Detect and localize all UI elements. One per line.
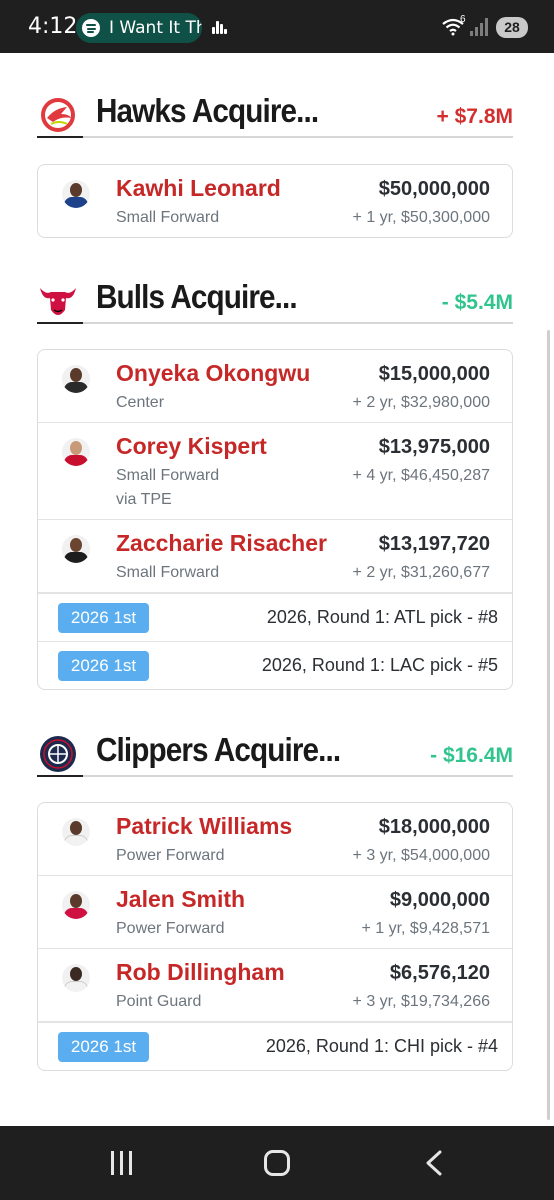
pick-badge: 2026 1st: [58, 1032, 149, 1062]
scrollbar[interactable]: [547, 330, 550, 1120]
section-clippers: Clippers Acquire... - $16.4M Patrick Wil…: [37, 729, 513, 1071]
player-name[interactable]: Jalen Smith: [116, 886, 245, 913]
player-headshot: [62, 818, 90, 846]
player-headshot: [62, 891, 90, 919]
player-position: Small Forward: [116, 209, 220, 226]
players-card: Onyeka Okongwu Center $15,000,000 + 2 yr…: [37, 349, 513, 690]
player-contract: + 2 yr, $32,980,000: [352, 394, 490, 411]
player-name[interactable]: Kawhi Leonard: [116, 175, 281, 202]
acquisition-method: via TPE: [116, 491, 172, 508]
player-contract: + 1 yr, $9,428,571: [361, 920, 490, 937]
player-headshot: [62, 365, 90, 393]
player-position: Power Forward: [116, 920, 225, 937]
now-playing-title: I Want It Th: [109, 18, 202, 38]
net-salary-change: - $16.4M: [430, 744, 513, 767]
player-row[interactable]: Rob Dillingham Point Guard $6,576,120 + …: [38, 949, 512, 1022]
player-row[interactable]: Patrick Williams Power Forward $18,000,0…: [38, 803, 512, 876]
player-position: Center: [116, 394, 165, 411]
player-contract: + 2 yr, $31,260,677: [352, 564, 490, 581]
player-salary: $6,576,120: [389, 962, 490, 984]
draft-pick-row[interactable]: 2026 1st 2026, Round 1: ATL pick - #8: [38, 593, 512, 641]
system-nav-bar: [0, 1126, 554, 1200]
section-header: Bulls Acquire... - $5.4M: [37, 276, 513, 324]
player-position: Small Forward: [116, 564, 220, 581]
player-salary: $18,000,000: [378, 816, 490, 838]
now-playing-chip[interactable]: I Want It Th: [76, 13, 202, 43]
player-name[interactable]: Corey Kispert: [116, 433, 267, 460]
hawks-logo-icon: [41, 98, 75, 132]
battery-indicator: 28: [496, 17, 528, 38]
player-name[interactable]: Rob Dillingham: [116, 959, 285, 986]
bulls-logo-icon: [40, 288, 76, 315]
player-contract: + 1 yr, $50,300,000: [352, 209, 490, 226]
player-headshot: [62, 535, 90, 563]
player-salary: $13,197,720: [378, 533, 490, 555]
player-row[interactable]: Jalen Smith Power Forward $9,000,000 + 1…: [38, 876, 512, 949]
section-title: Clippers Acquire...: [96, 731, 341, 768]
spotify-icon: [82, 19, 100, 37]
section-title: Bulls Acquire...: [96, 278, 298, 315]
section-title: Hawks Acquire...: [96, 92, 319, 129]
net-salary-change: - $5.4M: [441, 291, 513, 314]
section-bulls: Bulls Acquire... - $5.4M Onyeka Okongwu …: [37, 276, 513, 690]
player-salary: $9,000,000: [389, 889, 490, 911]
player-position: Small Forward: [116, 467, 220, 484]
player-contract: + 4 yr, $46,450,287: [352, 467, 490, 484]
player-position: Power Forward: [116, 847, 225, 864]
section-hawks: Hawks Acquire... + $7.8M Kawhi Leonard S…: [37, 90, 513, 238]
player-salary: $50,000,000: [378, 178, 490, 200]
player-salary: $13,975,000: [378, 436, 490, 458]
player-name[interactable]: Onyeka Okongwu: [116, 360, 310, 387]
player-row[interactable]: Onyeka Okongwu Center $15,000,000 + 2 yr…: [38, 350, 512, 423]
status-time: 4:12: [28, 14, 78, 39]
audio-bars-icon: [212, 20, 228, 34]
pick-description: 2026, Round 1: ATL pick - #8: [266, 607, 498, 627]
player-headshot: [62, 438, 90, 466]
player-row[interactable]: Kawhi Leonard Small Forward $50,000,000 …: [38, 165, 512, 237]
pick-badge: 2026 1st: [58, 651, 149, 681]
recents-icon[interactable]: [109, 1151, 135, 1175]
player-headshot: [62, 180, 90, 208]
net-salary-change: + $7.8M: [436, 105, 513, 128]
pick-badge: 2026 1st: [58, 603, 149, 633]
section-header: Hawks Acquire... + $7.8M: [37, 90, 513, 138]
status-bar: 4:12 I Want It Th 6 28: [0, 0, 554, 53]
player-name[interactable]: Zaccharie Risacher: [116, 530, 327, 557]
player-name[interactable]: Patrick Williams: [116, 813, 292, 840]
home-icon[interactable]: [264, 1150, 290, 1176]
player-row[interactable]: Zaccharie Risacher Small Forward $13,197…: [38, 520, 512, 593]
players-card: Kawhi Leonard Small Forward $50,000,000 …: [37, 164, 513, 238]
player-row[interactable]: Corey Kispert Small Forward via TPE $13,…: [38, 423, 512, 520]
pick-description: 2026, Round 1: CHI pick - #4: [265, 1036, 498, 1056]
section-header: Clippers Acquire... - $16.4M: [37, 729, 513, 777]
player-salary: $15,000,000: [378, 363, 490, 385]
back-icon[interactable]: [424, 1150, 444, 1176]
draft-pick-row[interactable]: 2026 1st 2026, Round 1: LAC pick - #5: [38, 641, 512, 689]
players-card: Patrick Williams Power Forward $18,000,0…: [37, 802, 513, 1071]
pick-description: 2026, Round 1: LAC pick - #5: [261, 655, 498, 675]
player-position: Point Guard: [116, 993, 202, 1010]
player-contract: + 3 yr, $19,734,266: [352, 993, 490, 1010]
player-contract: + 3 yr, $54,000,000: [352, 847, 490, 864]
draft-pick-row[interactable]: 2026 1st 2026, Round 1: CHI pick - #4: [38, 1022, 512, 1070]
player-headshot: [62, 964, 90, 992]
network-type: 6: [460, 14, 466, 25]
clippers-logo-icon: [40, 736, 76, 772]
signal-icon: [470, 18, 490, 36]
